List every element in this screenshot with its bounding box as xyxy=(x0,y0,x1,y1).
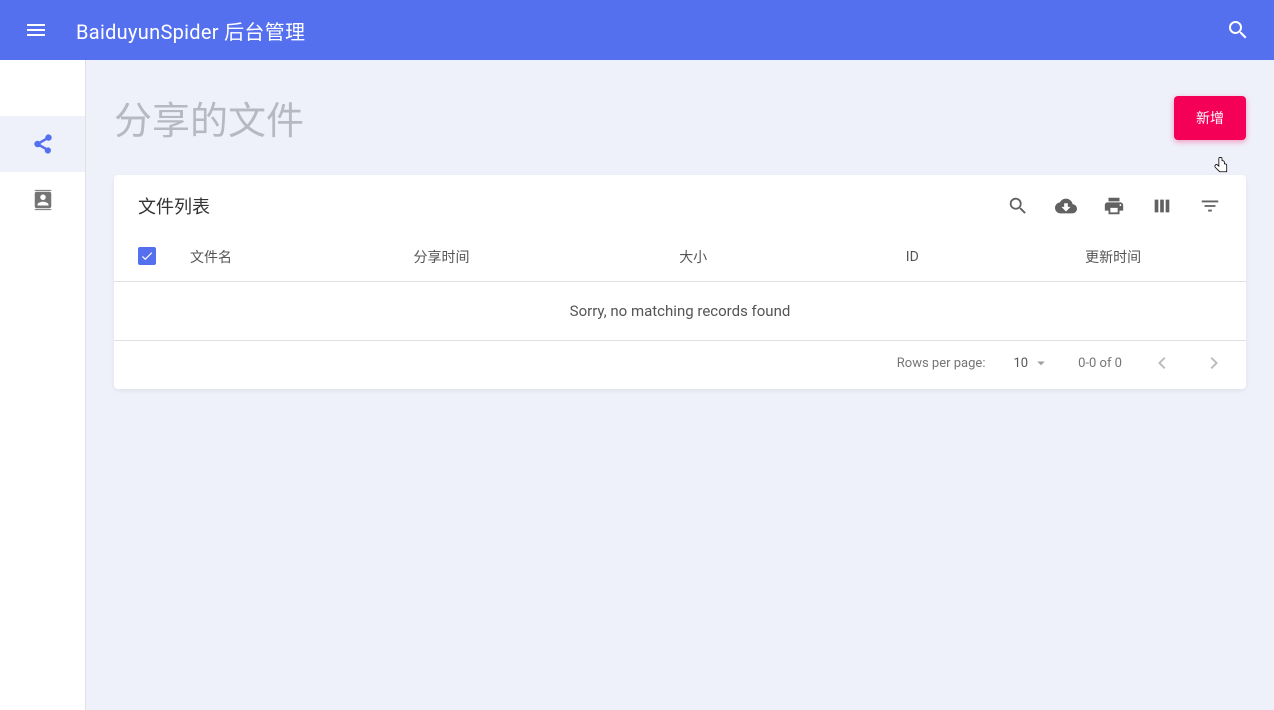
share-icon xyxy=(32,133,54,155)
app-title: BaiduyunSpider 后台管理 xyxy=(76,16,305,45)
table-header-id[interactable]: ID xyxy=(844,233,980,282)
hamburger-icon xyxy=(24,18,48,42)
page-title: 分享的文件 xyxy=(114,90,304,145)
table-header-updated[interactable]: 更新时间 xyxy=(980,233,1246,282)
table-header-size[interactable]: 大小 xyxy=(663,233,844,282)
table-header-checkbox xyxy=(114,233,174,282)
add-button[interactable]: 新增 xyxy=(1174,96,1246,140)
page-header: 分享的文件 新增 xyxy=(114,90,1246,145)
cloud-download-icon xyxy=(1055,195,1077,217)
sidebar-item-share[interactable] xyxy=(0,116,85,172)
sidebar-spacer xyxy=(0,60,85,116)
columns-button[interactable] xyxy=(1150,194,1174,218)
content-area: 分享的文件 新增 文件列表 xyxy=(86,60,1274,710)
sidebar xyxy=(0,60,86,710)
check-icon xyxy=(140,249,154,263)
main-layout: 分享的文件 新增 文件列表 xyxy=(0,60,1274,710)
select-all-checkbox[interactable] xyxy=(138,247,156,265)
download-button[interactable] xyxy=(1054,194,1078,218)
table-card: 文件列表 xyxy=(114,175,1246,389)
pagination-range: 0-0 of 0 xyxy=(1078,356,1122,371)
card-actions xyxy=(1006,194,1222,218)
appbar: BaiduyunSpider 后台管理 xyxy=(0,0,1274,60)
table-head: 文件名 分享时间 大小 ID 更新时间 xyxy=(114,233,1246,282)
appbar-left: BaiduyunSpider 后台管理 xyxy=(16,16,305,45)
table-footer: Rows per page: 10 0-0 of 0 xyxy=(114,341,1246,389)
dropdown-icon xyxy=(1032,354,1050,372)
empty-message: Sorry, no matching records found xyxy=(114,282,1246,341)
next-page-button[interactable] xyxy=(1202,351,1226,375)
data-table: 文件名 分享时间 大小 ID 更新时间 Sorry, no matching r… xyxy=(114,233,1246,341)
print-icon xyxy=(1103,195,1125,217)
menu-button[interactable] xyxy=(24,18,48,42)
table-search-button[interactable] xyxy=(1006,194,1030,218)
table-body: Sorry, no matching records found xyxy=(114,282,1246,341)
sidebar-item-contacts[interactable] xyxy=(0,172,85,228)
view-columns-icon xyxy=(1151,195,1173,217)
card-title: 文件列表 xyxy=(138,193,210,219)
card-header: 文件列表 xyxy=(114,175,1246,233)
contact-icon xyxy=(32,189,54,211)
rows-per-page-label: Rows per page: xyxy=(897,356,986,371)
chevron-left-icon xyxy=(1150,351,1174,375)
chevron-right-icon xyxy=(1202,351,1226,375)
print-button[interactable] xyxy=(1102,194,1126,218)
table-header-sharetime[interactable]: 分享时间 xyxy=(397,233,663,282)
table-header-filename[interactable]: 文件名 xyxy=(174,233,397,282)
appbar-search-button[interactable] xyxy=(1226,18,1250,42)
rows-per-page-select[interactable]: 10 xyxy=(1013,354,1050,372)
table-empty-row: Sorry, no matching records found xyxy=(114,282,1246,341)
prev-page-button[interactable] xyxy=(1150,351,1174,375)
search-icon xyxy=(1226,18,1250,42)
filter-icon xyxy=(1199,195,1221,217)
filter-button[interactable] xyxy=(1198,194,1222,218)
search-icon xyxy=(1007,195,1029,217)
rows-per-page-value: 10 xyxy=(1013,356,1028,371)
